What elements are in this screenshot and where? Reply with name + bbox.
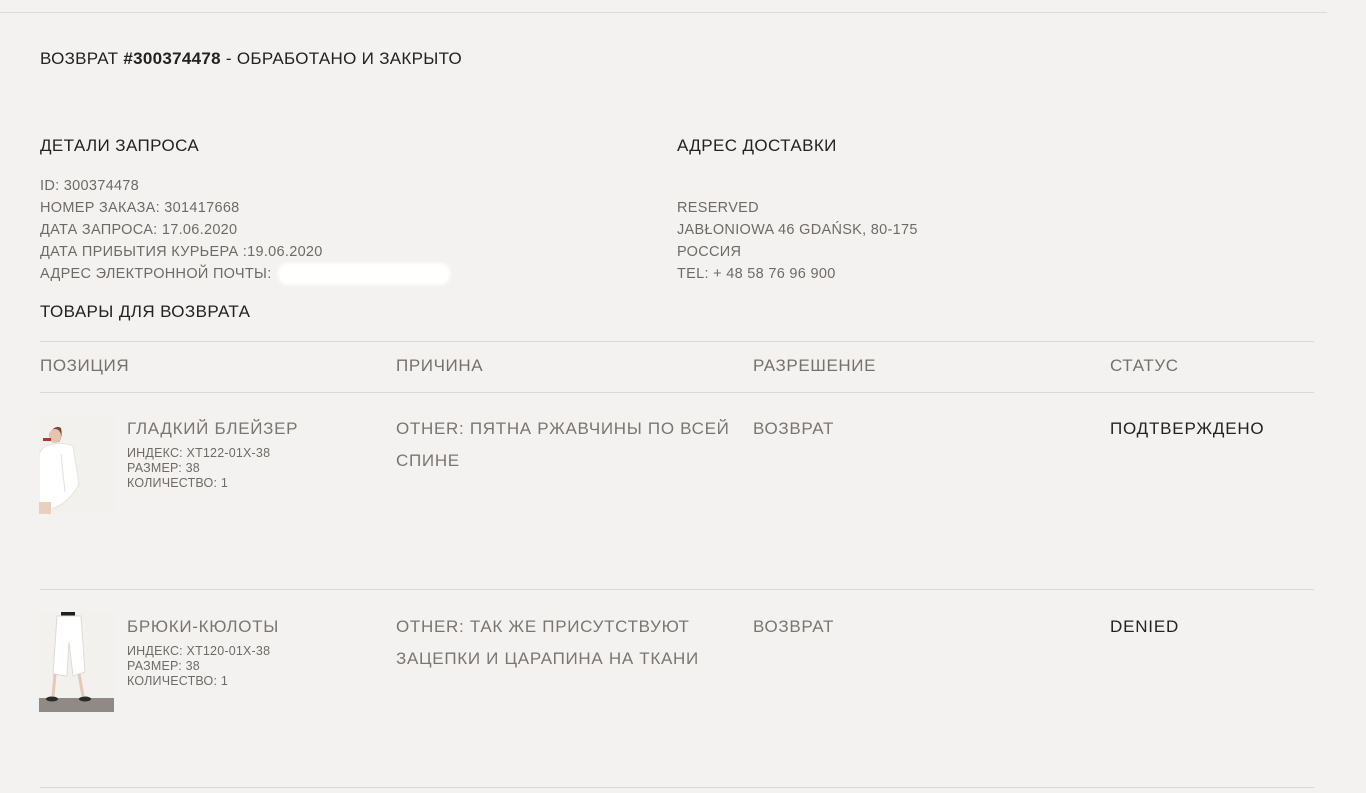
return-number: #300374478	[123, 49, 221, 68]
address-name: RESERVED	[677, 200, 759, 216]
order-number: НОМЕР ЗАКАЗА: 301417668	[40, 200, 240, 216]
request-details-heading: ДЕТАЛИ ЗАПРОСА	[40, 136, 200, 155]
status-badge: DENIED	[1110, 617, 1180, 636]
product-size: РАЗМЕР: 38	[127, 659, 200, 673]
product-quantity: КОЛИЧЕСТВО: 1	[127, 674, 228, 688]
page-title: ВОЗВРАТ #300374478 - ОБРАБОТАНО И ЗАКРЫТ…	[40, 49, 463, 68]
request-date: ДАТА ЗАПРОСА: 17.06.2020	[40, 222, 238, 238]
return-reason: OTHER: ПЯТНА РЖАВЧИНЫ ПО ВСЕЙ СПИНЕ	[396, 419, 730, 470]
product-meta: ИНДЕКС: XT122-01X-38 РАЗМЕР: 38 КОЛИЧЕСТ…	[127, 446, 270, 491]
table-row-divider	[40, 589, 1314, 590]
product-meta: ИНДЕКС: XT120-01X-38 РАЗМЕР: 38 КОЛИЧЕСТ…	[127, 644, 270, 689]
column-header-resolution: РАЗРЕШЕНИЕ	[753, 356, 877, 375]
column-header-reason: ПРИЧИНА	[396, 356, 484, 375]
product-index: ИНДЕКС: XT120-01X-38	[127, 644, 271, 658]
product-index: ИНДЕКС: XT122-01X-38	[127, 446, 271, 460]
email-row: АДРЕС ЭЛЕКТРОННОЙ ПОЧТЫ:	[40, 263, 450, 286]
email-redaction	[277, 263, 450, 286]
delivery-address: RESERVED JABŁONIOWA 46 GDAŃSK, 80-175 РО…	[677, 197, 918, 285]
items-heading: ТОВАРЫ ДЛЯ ВОЗВРАТА	[40, 302, 251, 321]
return-resolution: ВОЗВРАТ	[753, 419, 835, 438]
column-header-position: ПОЗИЦИЯ	[40, 356, 130, 375]
request-id: ID: 300374478	[40, 178, 140, 194]
table-divider	[40, 392, 1314, 393]
table-divider	[40, 341, 1314, 342]
return-reason: OTHER: ТАК ЖЕ ПРИСУТСТВУЮТ ЗАЦЕПКИ И ЦАР…	[396, 617, 699, 668]
request-details: ID: 300374478 НОМЕР ЗАКАЗА: 301417668 ДА…	[40, 175, 450, 286]
table-row-divider	[40, 787, 1314, 788]
delivery-address-heading: АДРЕС ДОСТАВКИ	[677, 136, 837, 155]
product-name[interactable]: БРЮКИ-КЮЛОТЫ	[127, 617, 279, 637]
address-street: JABŁONIOWA 46 GDAŃSK, 80-175	[677, 222, 918, 238]
product-size: РАЗМЕР: 38	[127, 461, 200, 475]
courier-date: ДАТА ПРИБЫТИЯ КУРЬЕРА :19.06.2020	[40, 244, 323, 260]
email-label: АДРЕС ЭЛЕКТРОННОЙ ПОЧТЫ:	[40, 266, 272, 282]
product-quantity: КОЛИЧЕСТВО: 1	[127, 476, 228, 490]
product-name[interactable]: ГЛАДКИЙ БЛЕЙЗЕР	[127, 419, 298, 439]
product-image-blazer[interactable]	[39, 414, 114, 514]
return-resolution: ВОЗВРАТ	[753, 617, 835, 636]
top-divider	[0, 12, 1327, 13]
product-image-culottes[interactable]	[39, 612, 114, 712]
column-header-status: СТАТУС	[1110, 356, 1179, 375]
status-badge: ПОДТВЕРЖДЕНО	[1110, 419, 1265, 438]
address-country: РОССИЯ	[677, 244, 742, 260]
address-phone: TEL: + 48 58 76 96 900	[677, 266, 836, 282]
